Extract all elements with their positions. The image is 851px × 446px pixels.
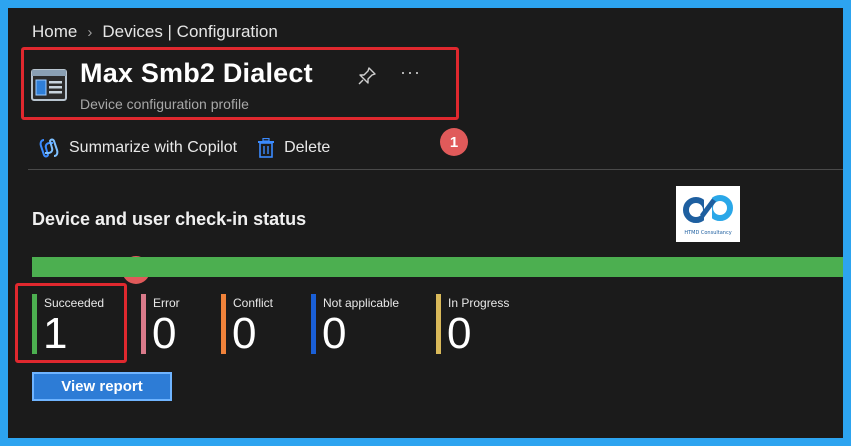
- stat-label: Not applicable: [323, 296, 400, 310]
- stat-conflict[interactable]: Conflict 0: [221, 294, 301, 358]
- configuration-profile-icon: [31, 69, 67, 101]
- checkin-status-bar: [32, 257, 843, 277]
- summarize-label: Summarize with Copilot: [69, 139, 238, 156]
- stat-label: Succeeded: [44, 296, 105, 310]
- trash-icon: [258, 138, 275, 158]
- logo-text: HTMD Consultancy: [684, 230, 732, 236]
- copilot-icon: [39, 138, 59, 158]
- stat-value: 0: [152, 309, 177, 358]
- stat-succeeded[interactable]: Succeeded 1: [32, 294, 132, 358]
- annotation-badge-1: 1: [440, 128, 468, 156]
- more-options-icon[interactable]: ···: [400, 62, 421, 83]
- stat-color-bar: [436, 294, 441, 354]
- checkin-status-bar-fill: [32, 257, 843, 277]
- page-title: Max Smb2 Dialect: [80, 58, 313, 88]
- summarize-with-copilot-button[interactable]: Summarize with Copilot: [38, 138, 237, 158]
- toolbar-divider: [28, 169, 843, 170]
- breadcrumb: Home › Devices | Configuration: [32, 22, 278, 42]
- stat-color-bar: [311, 294, 316, 354]
- stat-label: In Progress: [448, 296, 510, 310]
- breadcrumb-devices-configuration[interactable]: Devices | Configuration: [102, 22, 277, 42]
- portal-frame: Home › Devices | Configuration Max Smb2 …: [8, 8, 843, 438]
- stat-error[interactable]: Error 0: [141, 294, 211, 358]
- pin-icon[interactable]: [357, 66, 377, 86]
- delete-button[interactable]: Delete: [257, 138, 330, 158]
- stat-color-bar: [141, 294, 146, 354]
- stat-in-progress[interactable]: In Progress 0: [436, 294, 536, 358]
- htmd-logo-mark-icon: [683, 195, 733, 223]
- stat-label: Error: [153, 296, 180, 310]
- page-subtitle: Device configuration profile: [80, 96, 249, 112]
- stat-color-bar: [32, 294, 37, 354]
- breadcrumb-home[interactable]: Home: [32, 22, 77, 42]
- chevron-right-icon: ›: [87, 23, 93, 41]
- stat-value: 1: [43, 309, 68, 358]
- command-bar: Summarize with Copilot Delete: [38, 138, 330, 158]
- stat-value: 0: [447, 309, 472, 358]
- view-report-button[interactable]: View report: [32, 372, 172, 401]
- delete-label: Delete: [284, 139, 331, 156]
- checkin-status-title: Device and user check-in status: [32, 209, 307, 229]
- stat-color-bar: [221, 294, 226, 354]
- stat-value: 0: [232, 309, 257, 358]
- stat-label: Conflict: [233, 296, 274, 310]
- htmd-logo: HTMD Consultancy: [676, 186, 740, 242]
- stat-value: 0: [322, 309, 347, 358]
- stat-not-applicable[interactable]: Not applicable 0: [311, 294, 421, 358]
